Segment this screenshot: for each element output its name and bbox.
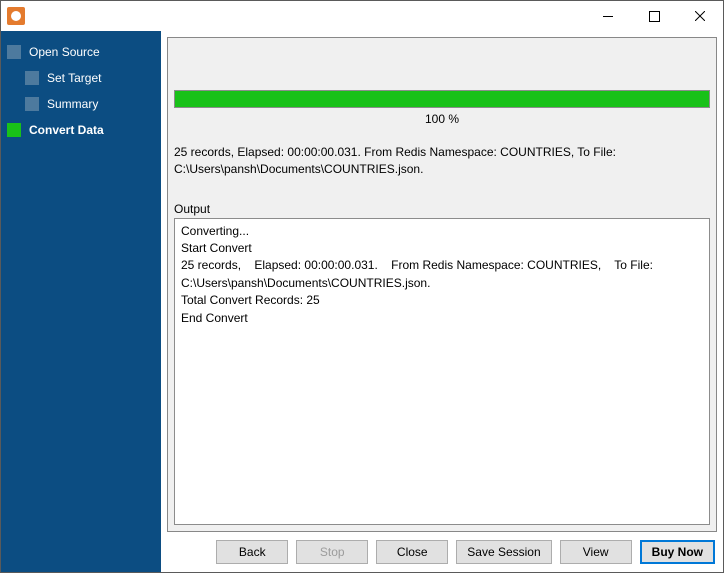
close-icon xyxy=(695,11,705,21)
progress-percent-label: 100 % xyxy=(174,108,710,134)
wizard-sidebar: Open Source Set Target Summary Convert D… xyxy=(1,31,161,572)
main-panel: 100 % 25 records, Elapsed: 00:00:00.031.… xyxy=(161,31,723,572)
sidebar-item-label: Set Target xyxy=(47,71,101,85)
view-button[interactable]: View xyxy=(560,540,632,564)
sidebar-item-label: Open Source xyxy=(29,45,100,59)
titlebar xyxy=(1,1,723,31)
body: Open Source Set Target Summary Convert D… xyxy=(1,31,723,572)
step-indicator-icon xyxy=(7,45,21,59)
progress-bar xyxy=(174,90,710,108)
sidebar-item-convert-data[interactable]: Convert Data xyxy=(5,117,157,143)
minimize-button[interactable] xyxy=(585,1,631,31)
sidebar-item-label: Summary xyxy=(47,97,98,111)
window-controls xyxy=(585,1,723,31)
content-box: 100 % 25 records, Elapsed: 00:00:00.031.… xyxy=(167,37,717,532)
progress-fill xyxy=(175,91,709,107)
app-icon xyxy=(7,7,25,25)
sidebar-item-set-target[interactable]: Set Target xyxy=(23,65,157,91)
status-line-2: C:\Users\pansh\Documents\COUNTRIES.json. xyxy=(174,161,710,178)
sidebar-item-label: Convert Data xyxy=(29,123,104,137)
output-textarea[interactable]: Converting... Start Convert 25 records, … xyxy=(174,218,710,525)
buy-now-button[interactable]: Buy Now xyxy=(640,540,715,564)
footer-buttons: Back Stop Close Save Session View Buy No… xyxy=(167,532,717,566)
step-indicator-icon xyxy=(7,123,21,137)
close-button[interactable]: Close xyxy=(376,540,448,564)
back-button[interactable]: Back xyxy=(216,540,288,564)
output-label: Output xyxy=(174,202,710,216)
app-window: Open Source Set Target Summary Convert D… xyxy=(0,0,724,573)
stop-button: Stop xyxy=(296,540,368,564)
status-line-1: 25 records, Elapsed: 00:00:00.031. From … xyxy=(174,144,710,161)
sidebar-item-summary[interactable]: Summary xyxy=(23,91,157,117)
close-window-button[interactable] xyxy=(677,1,723,31)
step-indicator-icon xyxy=(25,71,39,85)
maximize-button[interactable] xyxy=(631,1,677,31)
progress-section: 100 % xyxy=(174,90,710,134)
app-icon-inner xyxy=(11,11,21,21)
sidebar-item-open-source[interactable]: Open Source xyxy=(5,39,157,65)
status-text: 25 records, Elapsed: 00:00:00.031. From … xyxy=(174,144,710,178)
save-session-button[interactable]: Save Session xyxy=(456,540,551,564)
step-indicator-icon xyxy=(25,97,39,111)
